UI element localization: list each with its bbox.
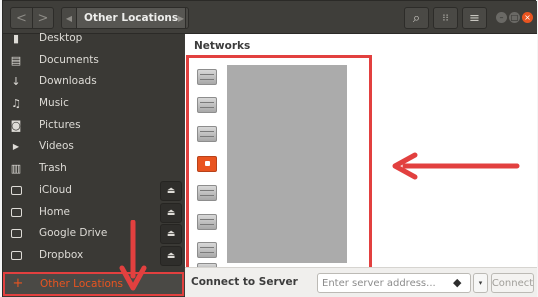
sidebar-item-dropbox[interactable]: Dropbox ⏏ xyxy=(3,245,184,267)
network-share-icon[interactable] xyxy=(197,156,217,172)
networks-header: Networks xyxy=(194,40,251,52)
sidebar-item-label: Videos xyxy=(39,140,74,152)
connect-to-server-label: Connect to Server xyxy=(191,276,298,288)
trash-icon: ▥ xyxy=(10,162,22,175)
annotation-arrow-down xyxy=(119,220,147,291)
search-button[interactable]: ⌕ xyxy=(404,7,429,29)
drive-icon xyxy=(10,185,22,197)
sidebar: ▮ Desktop ▤ Documents ↓ Downloads ♫ Musi… xyxy=(3,32,184,297)
music-icon: ♫ xyxy=(11,97,21,110)
sidebar-item-downloads[interactable]: ↓ Downloads xyxy=(3,71,184,93)
sidebar-item-google-drive[interactable]: Google Drive ⏏ xyxy=(3,223,184,245)
maximize-icon: □ xyxy=(510,12,519,22)
sidebar-item-label: Pictures xyxy=(39,119,81,131)
document-icon: ▤ xyxy=(10,54,22,67)
networks-list xyxy=(186,55,372,272)
sidebar-item-home[interactable]: Home ⏏ xyxy=(3,202,184,224)
close-button[interactable]: × xyxy=(522,12,533,23)
drive-icon xyxy=(10,228,22,240)
sidebar-item-label: Other Locations xyxy=(40,278,124,290)
network-server-icon[interactable] xyxy=(197,242,217,258)
minimize-icon: – xyxy=(499,12,504,22)
recent-servers-dropdown[interactable]: ▾ xyxy=(473,273,488,293)
sidebar-item-label: Dropbox xyxy=(39,249,84,261)
annotation-arrow-left xyxy=(392,152,520,180)
maximize-button[interactable]: □ xyxy=(509,12,520,23)
list-view-icon: ⁝⁝ xyxy=(442,12,449,24)
path-current-location[interactable]: Other Locations xyxy=(76,8,187,28)
desktop-icon: ▮ xyxy=(12,32,20,45)
path-bar: ◀ Other Locations ▶ xyxy=(61,7,189,29)
sidebar-item-label: Home xyxy=(39,206,71,218)
back-button[interactable]: < xyxy=(10,7,32,29)
path-scroll-right-icon[interactable]: ▶ xyxy=(174,8,188,28)
sidebar-item-label: Desktop xyxy=(39,32,83,44)
forward-button[interactable]: > xyxy=(32,7,54,29)
server-address-input[interactable] xyxy=(317,273,471,293)
download-icon: ↓ xyxy=(11,75,21,88)
sidebar-item-label: Trash xyxy=(39,162,67,174)
redacted-network-names xyxy=(227,65,347,263)
sidebar-item-label: Downloads xyxy=(39,75,97,87)
sidebar-item-music[interactable]: ♫ Music xyxy=(3,93,184,115)
sidebar-item-icloud[interactable]: iCloud ⏏ xyxy=(3,180,184,202)
network-server-icon[interactable] xyxy=(197,214,217,230)
sidebar-item-other-locations[interactable]: + Other Locations xyxy=(3,272,184,296)
plus-icon: + xyxy=(12,276,24,291)
eject-icon[interactable]: ⏏ xyxy=(160,203,182,223)
video-icon: ▶ xyxy=(12,142,20,151)
minimize-button[interactable]: – xyxy=(496,12,507,23)
connect-to-server-bar: Connect to Server ◆ ▾ Connect xyxy=(185,267,537,297)
network-server-icon[interactable] xyxy=(197,97,217,113)
menu-button[interactable]: ≡ xyxy=(462,7,487,29)
main-content: Networks xyxy=(185,34,537,297)
sidebar-item-trash[interactable]: ▥ Trash xyxy=(3,158,184,180)
sidebar-item-label: Google Drive xyxy=(39,227,108,239)
view-options-button[interactable]: ⁝⁝ xyxy=(433,7,458,29)
chevron-down-icon: ▾ xyxy=(478,279,483,287)
drive-icon xyxy=(10,250,22,262)
network-server-icon[interactable] xyxy=(197,69,217,85)
search-icon: ⌕ xyxy=(412,10,421,26)
camera-icon: ◙ xyxy=(10,119,22,132)
back-arrow-icon: < xyxy=(16,10,27,26)
sidebar-item-label: iCloud xyxy=(39,184,72,196)
connect-button[interactable]: Connect xyxy=(491,273,534,293)
close-icon: × xyxy=(524,12,531,22)
sidebar-item-pictures[interactable]: ◙ Pictures xyxy=(3,115,184,137)
sidebar-item-label: Music xyxy=(39,97,69,109)
network-server-icon[interactable] xyxy=(197,126,217,142)
help-icon[interactable]: ◆ xyxy=(453,277,461,289)
forward-arrow-icon: > xyxy=(37,10,49,26)
sidebar-item-label: Documents xyxy=(39,54,99,66)
path-scroll-left-icon[interactable]: ◀ xyxy=(62,8,76,28)
eject-icon[interactable]: ⏏ xyxy=(160,181,182,201)
sidebar-item-desktop[interactable]: ▮ Desktop xyxy=(3,28,184,50)
sidebar-item-videos[interactable]: ▶ Videos xyxy=(3,136,184,158)
eject-icon[interactable]: ⏏ xyxy=(160,224,182,244)
eject-icon[interactable]: ⏏ xyxy=(160,246,182,266)
sidebar-item-documents[interactable]: ▤ Documents xyxy=(3,50,184,72)
file-manager-window: < > ◀ Other Locations ▶ ⌕ ⁝⁝ ≡ – □ × ▮ D… xyxy=(2,0,537,297)
network-server-icon[interactable] xyxy=(197,185,217,201)
hamburger-menu-icon: ≡ xyxy=(469,10,480,26)
drive-icon xyxy=(10,207,22,219)
